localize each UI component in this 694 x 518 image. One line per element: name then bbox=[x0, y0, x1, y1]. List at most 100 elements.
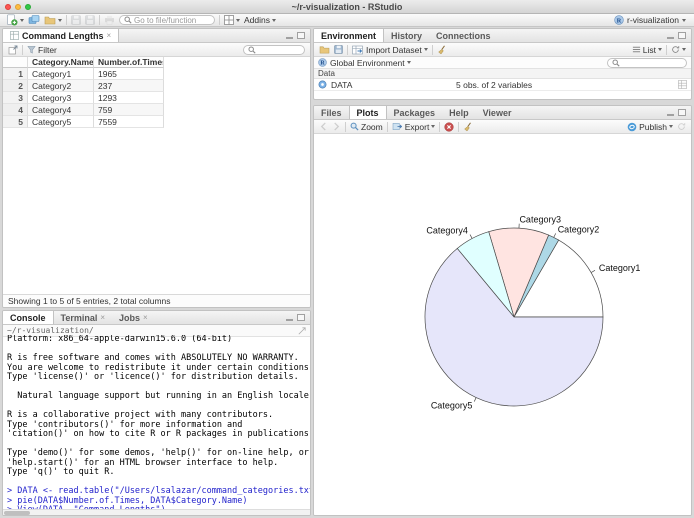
save-all-icon bbox=[85, 15, 95, 25]
tab-environment[interactable]: Environment bbox=[314, 29, 385, 42]
dataframe-icon bbox=[318, 80, 327, 89]
tab-label: Command Lengths bbox=[22, 30, 104, 41]
tab-label: Packages bbox=[393, 107, 436, 118]
console-line: Type 'license()' or 'licence()' for dist… bbox=[7, 372, 299, 382]
row-number-cell: 1 bbox=[3, 68, 28, 80]
table-header-row: Category.Name Number.of.Times bbox=[3, 57, 164, 68]
pane-layout-button[interactable] bbox=[224, 15, 240, 25]
tab-label: Files bbox=[321, 107, 342, 118]
tab-history[interactable]: History bbox=[384, 29, 429, 42]
table-cell: 237 bbox=[94, 80, 164, 92]
filter-icon bbox=[27, 46, 36, 54]
new-file-button[interactable] bbox=[6, 14, 24, 26]
tab-viewer[interactable]: Viewer bbox=[476, 106, 519, 119]
table-cell: Category2 bbox=[28, 80, 94, 92]
tab-console[interactable]: Console bbox=[3, 311, 54, 324]
goto-file-search[interactable]: Go to file/function bbox=[119, 15, 215, 25]
table-row[interactable]: 2 Category2 237 bbox=[3, 80, 164, 92]
close-tab-icon[interactable]: × bbox=[107, 31, 112, 40]
plots-toolbar: Zoom Export Publish bbox=[314, 120, 691, 134]
zoom-plot-button[interactable]: Zoom bbox=[350, 122, 383, 132]
print-icon bbox=[105, 15, 114, 25]
scrollbar-thumb[interactable] bbox=[4, 511, 30, 515]
chevron-down-icon bbox=[431, 125, 436, 128]
next-plot-icon bbox=[334, 122, 340, 131]
project-menu-button[interactable]: R r-visualization bbox=[614, 15, 688, 25]
filter-button[interactable]: Filter bbox=[27, 45, 57, 55]
import-dataset-button[interactable]: Import Dataset bbox=[352, 45, 428, 55]
console-output[interactable]: Platform: x86_64-apple-darwin15.6.0 (64-… bbox=[3, 335, 310, 509]
minimize-pane-icon[interactable] bbox=[667, 36, 674, 39]
maximize-pane-icon[interactable] bbox=[297, 314, 305, 321]
chevron-down-icon bbox=[20, 18, 24, 22]
table-row[interactable]: 1 Category1 1965 bbox=[3, 68, 164, 80]
maximize-pane-icon[interactable] bbox=[297, 32, 305, 39]
corner-header-cell[interactable] bbox=[3, 57, 28, 68]
close-tab-icon[interactable]: × bbox=[100, 313, 105, 322]
save-workspace-icon[interactable] bbox=[334, 45, 343, 54]
clear-plots-broom-icon[interactable] bbox=[463, 122, 473, 132]
tab-plots[interactable]: Plots bbox=[348, 106, 387, 119]
tab-connections[interactable]: Connections bbox=[429, 29, 498, 42]
tab-label: Jobs bbox=[119, 312, 141, 323]
new-project-button[interactable] bbox=[28, 14, 40, 26]
minimize-pane-icon[interactable] bbox=[286, 318, 293, 321]
table-row[interactable]: 3 Category3 1293 bbox=[3, 92, 164, 104]
console-line: Platform: x86_64-apple-darwin15.6.0 (64-… bbox=[7, 335, 233, 344]
maximize-pane-icon[interactable] bbox=[678, 32, 686, 39]
open-file-button[interactable] bbox=[44, 15, 62, 25]
list-view-button[interactable]: List bbox=[632, 45, 662, 55]
project-name-label: r-visualization bbox=[627, 15, 679, 25]
environment-search-input[interactable] bbox=[607, 57, 687, 68]
console-tabbar: Console Terminal × Jobs × bbox=[3, 311, 310, 325]
list-icon bbox=[632, 46, 640, 53]
tab-files[interactable]: Files bbox=[314, 106, 349, 119]
clear-workspace-broom-icon[interactable] bbox=[437, 45, 447, 55]
minimize-pane-icon[interactable] bbox=[286, 36, 293, 39]
table-status-text: Showing 1 to 5 of 5 entries, 2 total col… bbox=[3, 294, 310, 307]
tab-jobs[interactable]: Jobs × bbox=[112, 311, 155, 324]
column-header[interactable]: Category.Name bbox=[28, 57, 94, 68]
minimize-pane-icon[interactable] bbox=[667, 113, 674, 116]
maximize-pane-icon[interactable] bbox=[678, 109, 686, 116]
table-row[interactable]: 4 Category4 759 bbox=[3, 104, 164, 116]
pie-slice-label: Category4 bbox=[426, 226, 468, 236]
close-tab-icon[interactable]: × bbox=[143, 313, 148, 322]
pie-label-tick bbox=[553, 233, 557, 238]
data-section-header: Data bbox=[314, 69, 691, 79]
load-workspace-icon[interactable] bbox=[319, 45, 330, 54]
table-row[interactable]: 5 Category5 7559 bbox=[3, 116, 164, 128]
column-header[interactable]: Number.of.Times bbox=[94, 57, 164, 68]
refresh-environment-button[interactable] bbox=[671, 45, 686, 54]
export-plot-button[interactable]: Export bbox=[392, 122, 436, 132]
toolbar-separator bbox=[219, 15, 220, 25]
console-hscrollbar[interactable] bbox=[3, 509, 310, 515]
save-all-button bbox=[85, 15, 95, 25]
new-project-icon bbox=[28, 15, 40, 24]
toolbar-separator bbox=[22, 44, 23, 55]
tab-label: Help bbox=[449, 107, 469, 118]
scope-selector[interactable]: Global Environment bbox=[330, 58, 411, 68]
table-search-input[interactable] bbox=[243, 44, 305, 55]
plot-area: Category1 Category2 Category3 Category4 Cate… bbox=[314, 135, 691, 515]
tab-terminal[interactable]: Terminal × bbox=[54, 311, 113, 324]
toolbar-separator bbox=[66, 15, 67, 25]
popout-icon[interactable] bbox=[8, 45, 18, 55]
zoom-magnifier-icon bbox=[350, 122, 359, 131]
publish-button[interactable]: Publish bbox=[627, 122, 673, 132]
view-dataframe-grid-icon[interactable] bbox=[678, 80, 687, 89]
view-directory-icon[interactable] bbox=[298, 326, 306, 335]
tab-label: Console bbox=[10, 312, 46, 323]
console-line: Type 'q()' to quit R. bbox=[7, 467, 115, 477]
tab-label: History bbox=[391, 30, 423, 41]
environment-object-row[interactable]: DATA 5 obs. of 2 variables bbox=[314, 79, 691, 91]
tab-command-lengths[interactable]: Command Lengths × bbox=[3, 29, 120, 42]
tab-packages[interactable]: Packages bbox=[387, 106, 443, 119]
data-viewer-tabbar: Command Lengths × bbox=[3, 29, 310, 43]
tab-help[interactable]: Help bbox=[442, 106, 476, 119]
pie-label-tick bbox=[469, 234, 473, 239]
publish-icon bbox=[627, 122, 637, 131]
addins-button[interactable]: Addins bbox=[244, 15, 276, 25]
remove-plot-icon[interactable] bbox=[444, 121, 454, 132]
refresh-plot-icon bbox=[678, 123, 686, 130]
